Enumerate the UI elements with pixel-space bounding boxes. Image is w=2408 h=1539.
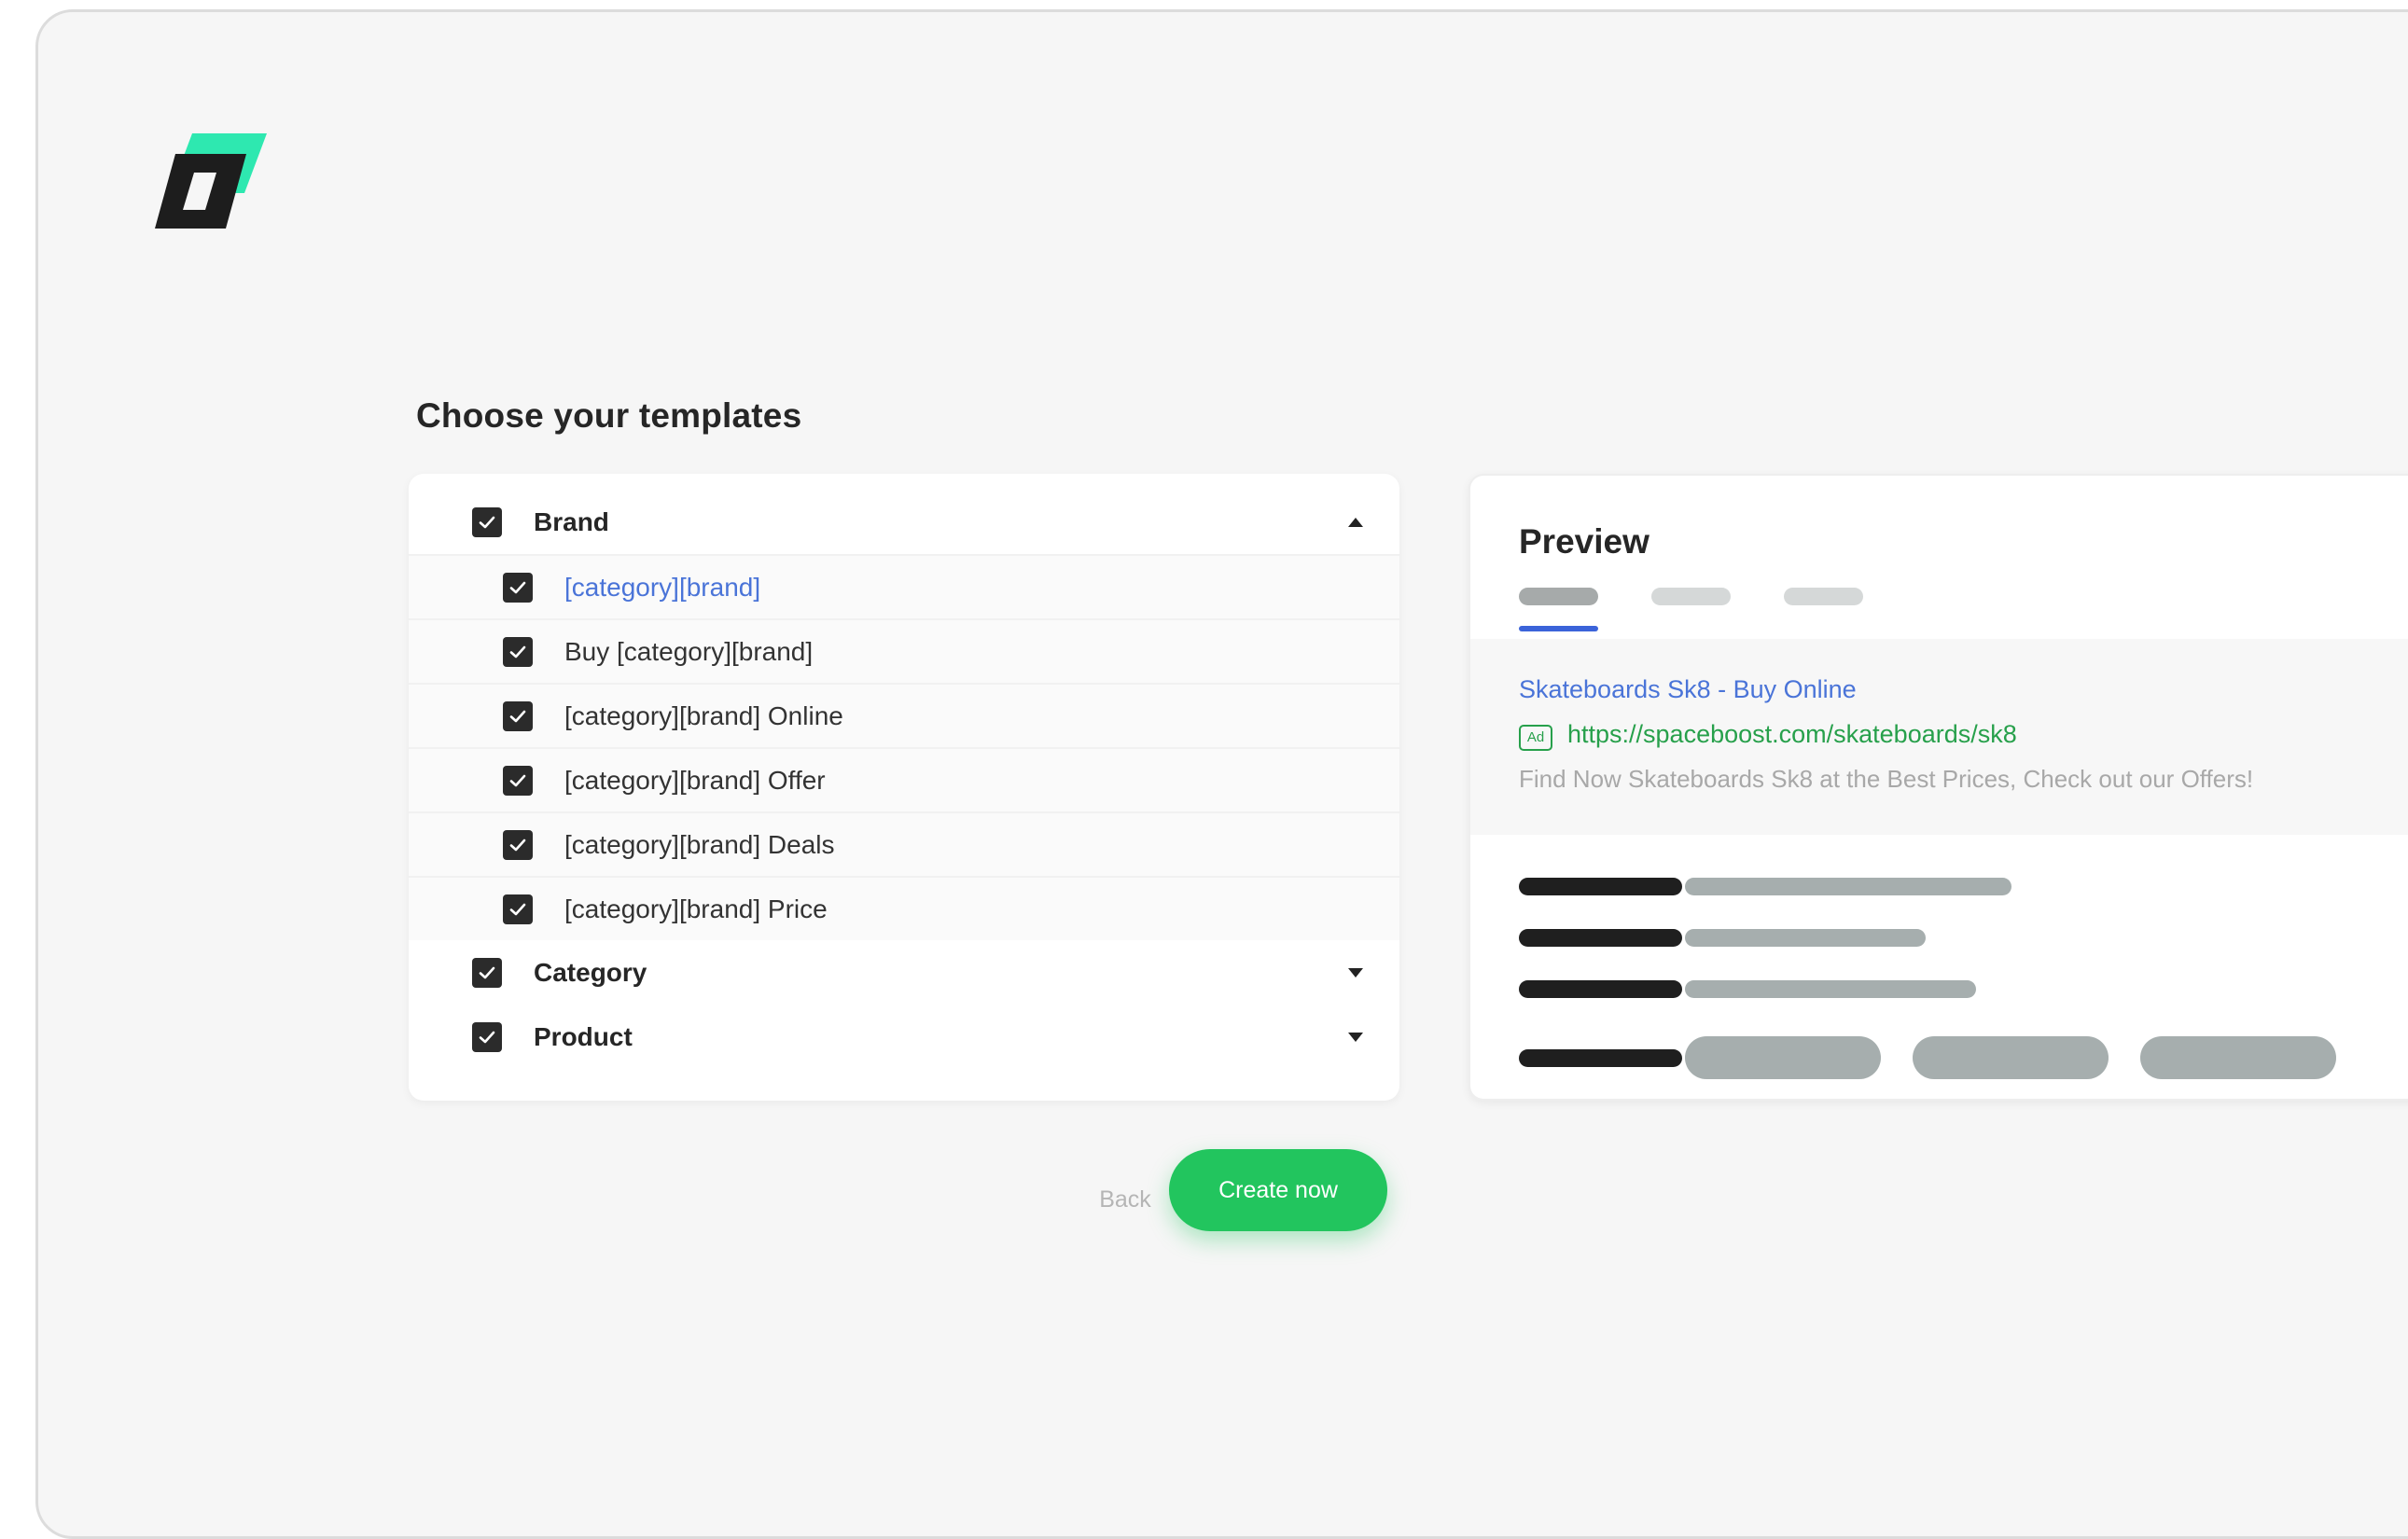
group-label: Brand	[534, 506, 609, 536]
caret-down-icon[interactable]	[1345, 1027, 1366, 1047]
template-label: [category][brand]	[564, 572, 761, 602]
ad-preview: Skateboards Sk8 - Buy Online Ad https://…	[1470, 639, 2408, 835]
preview-tab-2[interactable]	[1651, 588, 1731, 605]
check-icon	[509, 710, 526, 722]
check-icon	[479, 966, 495, 978]
template-item[interactable]: [category][brand] Offer	[409, 747, 1399, 811]
skeleton-line	[1519, 980, 1682, 998]
check-icon	[509, 645, 526, 658]
check-icon	[509, 581, 526, 593]
skeleton-line	[1519, 1049, 1682, 1067]
back-button[interactable]: Back	[1074, 1178, 1176, 1219]
template-item[interactable]: [category][brand] Price	[409, 876, 1399, 940]
create-now-button[interactable]: Create now	[1169, 1149, 1387, 1231]
ad-title-link[interactable]: Skateboards Sk8 - Buy Online	[1519, 675, 1857, 704]
app-window: Choose your templates Brand [category][b…	[35, 9, 2408, 1539]
templates-card: Brand [category][brand] Buy [category][b…	[409, 474, 1399, 1101]
skeleton-line	[1685, 980, 1976, 998]
preview-card: Preview Skateboards Sk8 - Buy Online Ad …	[1468, 474, 2408, 1101]
check-icon	[479, 1031, 495, 1043]
template-checkbox[interactable]	[503, 572, 533, 603]
template-label: [category][brand] Price	[564, 894, 828, 923]
preview-title: Preview	[1519, 522, 1649, 561]
template-label: [category][brand] Deals	[564, 829, 835, 859]
check-icon	[509, 903, 526, 915]
skeleton-line	[1519, 878, 1682, 895]
check-icon	[509, 774, 526, 786]
template-item[interactable]: [category][brand] Online	[409, 683, 1399, 747]
product-checkbox[interactable]	[472, 1021, 502, 1052]
skeleton-pill	[2140, 1036, 2336, 1079]
skeleton-line	[1685, 929, 1926, 947]
group-brand[interactable]: Brand	[409, 490, 1399, 554]
preview-tab-1[interactable]	[1519, 588, 1598, 605]
skeleton-line	[1685, 878, 2011, 895]
check-icon	[479, 516, 495, 528]
brand-checkbox[interactable]	[472, 506, 502, 537]
caret-up-icon[interactable]	[1345, 512, 1366, 533]
template-label: Buy [category][brand]	[564, 636, 814, 666]
page-title: Choose your templates	[416, 396, 802, 435]
template-item[interactable]: [category][brand] Deals	[409, 811, 1399, 876]
category-checkbox[interactable]	[472, 957, 502, 988]
ad-description: Find Now Skateboards Sk8 at the Best Pri…	[1519, 765, 2254, 793]
group-category[interactable]: Category	[409, 940, 1399, 1005]
template-checkbox[interactable]	[503, 700, 533, 731]
ad-badge: Ad	[1519, 725, 1552, 751]
template-item[interactable]: Buy [category][brand]	[409, 618, 1399, 683]
template-item[interactable]: [category][brand]	[409, 554, 1399, 618]
preview-tab-3[interactable]	[1784, 588, 1863, 605]
template-checkbox[interactable]	[503, 765, 533, 796]
group-product[interactable]: Product	[409, 1005, 1399, 1069]
template-checkbox[interactable]	[503, 894, 533, 924]
caret-down-icon[interactable]	[1345, 963, 1366, 983]
skeleton-line	[1519, 929, 1682, 947]
group-label: Product	[534, 1021, 633, 1051]
skeleton-pill	[1913, 1036, 2109, 1079]
group-label: Category	[534, 957, 647, 987]
check-icon	[509, 839, 526, 851]
brand-logo-icon	[155, 126, 267, 229]
template-label: [category][brand] Offer	[564, 765, 826, 795]
active-tab-indicator	[1519, 626, 1598, 631]
template-label: [category][brand] Online	[564, 700, 843, 730]
skeleton-pill	[1685, 1036, 1881, 1079]
template-checkbox[interactable]	[503, 829, 533, 860]
ad-url[interactable]: https://spaceboost.com/skateboards/sk8	[1567, 720, 2017, 749]
template-checkbox[interactable]	[503, 636, 533, 667]
